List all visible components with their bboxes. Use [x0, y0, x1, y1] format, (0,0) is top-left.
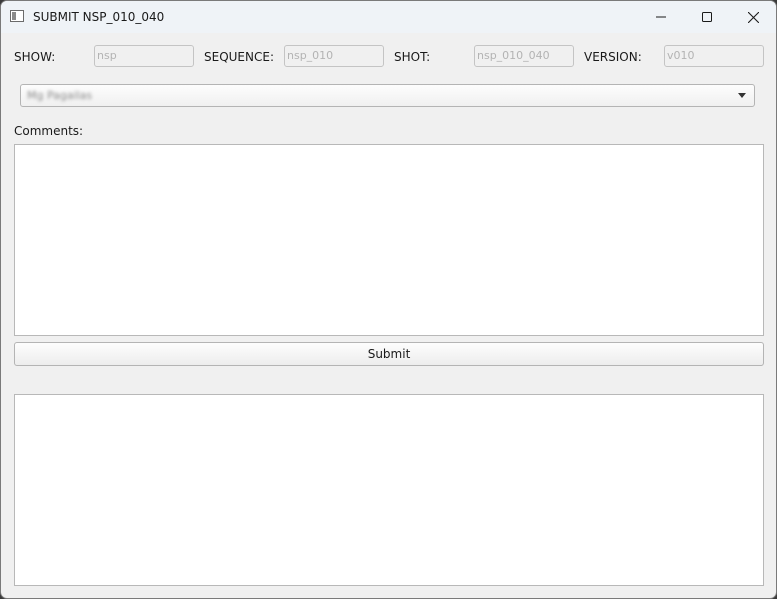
- minimize-icon: [656, 16, 666, 18]
- version-label: VERSION:: [584, 50, 642, 64]
- minimize-button[interactable]: [638, 1, 684, 33]
- comments-textarea[interactable]: [14, 144, 764, 336]
- close-icon: [747, 11, 759, 23]
- window-title: SUBMIT NSP_010_040: [33, 10, 165, 24]
- maximize-icon: [702, 12, 712, 22]
- chevron-down-icon[interactable]: [738, 93, 746, 98]
- submit-button[interactable]: Submit: [14, 342, 764, 366]
- app-window-icon: [10, 10, 24, 22]
- show-field[interactable]: nsp: [94, 45, 194, 67]
- submit-window: SUBMIT NSP_010_040 SHOW: nsp SEQUENCE: n…: [0, 0, 777, 599]
- close-button[interactable]: [730, 1, 776, 33]
- shot-field[interactable]: nsp_010_040: [474, 45, 574, 67]
- sequence-label: SEQUENCE:: [204, 50, 274, 64]
- maximize-button[interactable]: [684, 1, 730, 33]
- task-dropdown[interactable]: Mg Pagailas: [20, 84, 755, 107]
- title-bar[interactable]: SUBMIT NSP_010_040: [1, 1, 776, 33]
- dropdown-selected-value: Mg Pagailas: [27, 89, 93, 102]
- shot-label: SHOT:: [394, 50, 431, 64]
- output-log[interactable]: [14, 394, 764, 586]
- version-field[interactable]: v010: [664, 45, 764, 67]
- comments-label: Comments:: [14, 124, 84, 138]
- sequence-field[interactable]: nsp_010: [284, 45, 384, 67]
- show-label: SHOW:: [14, 50, 56, 64]
